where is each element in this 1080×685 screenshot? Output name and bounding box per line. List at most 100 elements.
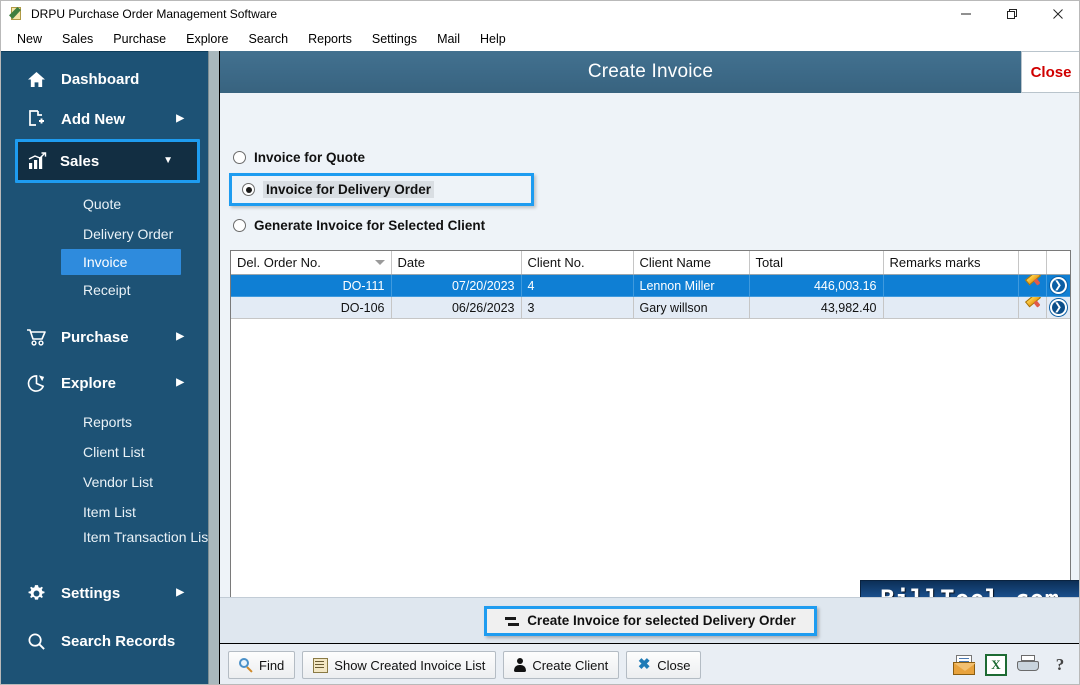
radio-label-invoice-for-delivery-order: Invoice for Delivery Order	[263, 181, 435, 198]
create-invoice-label: Create Invoice for selected Delivery Ord…	[527, 613, 796, 628]
create-client-label: Create Client	[532, 657, 609, 673]
create-client-button[interactable]: Create Client	[503, 651, 620, 679]
document-search-icon	[313, 657, 329, 673]
delivery-order-grid[interactable]: Del. Order No. Date Client No. Client Na…	[230, 250, 1071, 619]
pencil-icon	[1023, 300, 1041, 316]
menu-bar: New Sales Purchase Explore Search Report…	[1, 27, 1079, 51]
email-button[interactable]	[951, 652, 977, 678]
sidebar-item-settings[interactable]: Settings ▶	[1, 573, 208, 613]
page-title: Create Invoice	[587, 61, 714, 82]
radio-invoice-for-quote[interactable]: Invoice for Quote	[233, 146, 365, 168]
sidebar-item-quote[interactable]: Quote	[1, 189, 208, 219]
row-edit-button[interactable]	[1018, 296, 1047, 319]
cell-del-order-no: DO-111	[231, 274, 392, 297]
content-close-button[interactable]: Close	[1021, 51, 1079, 93]
close-button[interactable]	[1035, 1, 1079, 27]
radio-indicator	[233, 150, 246, 164]
radio-label-invoice-for-quote: Invoice for Quote	[254, 149, 366, 165]
bottom-toolbar: Find Show Created Invoice List Create Cl…	[220, 643, 1079, 684]
sidebar-item-purchase[interactable]: Purchase ▶	[1, 317, 208, 357]
show-created-invoice-list-label: Show Created Invoice List	[334, 657, 486, 673]
menu-search[interactable]: Search	[239, 30, 299, 48]
sidebar-item-item-list[interactable]: Item List	[1, 497, 208, 527]
row-open-button[interactable]: ❯	[1046, 296, 1070, 319]
menu-help[interactable]: Help	[470, 30, 516, 48]
sidebar-item-invoice[interactable]: Invoice	[61, 249, 181, 275]
sidebar-item-vendor-list[interactable]: Vendor List	[1, 467, 208, 497]
gear-icon	[23, 584, 49, 603]
column-header-client-name[interactable]: Client Name	[633, 251, 750, 275]
chevron-right-icon: ▶	[176, 113, 184, 124]
help-button[interactable]: ?	[1047, 652, 1073, 678]
menu-explore[interactable]: Explore	[176, 30, 238, 48]
transfer-icon	[505, 614, 520, 628]
sidebar-label-purchase: Purchase	[61, 328, 129, 346]
radio-label-generate-invoice-for-selected-client: Generate Invoice for Selected Client	[254, 217, 486, 233]
column-header-client-no[interactable]: Client No.	[521, 251, 634, 275]
show-created-invoice-list-button[interactable]: Show Created Invoice List	[302, 651, 497, 679]
menu-settings[interactable]: Settings	[362, 30, 427, 48]
menu-purchase[interactable]: Purchase	[103, 30, 176, 48]
title-bar: DRPU Purchase Order Management Software	[1, 1, 1079, 27]
create-invoice-for-selected-delivery-order-button[interactable]: Create Invoice for selected Delivery Ord…	[484, 605, 817, 636]
primary-action-strip: Create Invoice for selected Delivery Ord…	[220, 597, 1079, 643]
sidebar-item-add-new[interactable]: Add New ▶	[1, 99, 208, 139]
sidebar-label-search-records: Search Records	[61, 632, 176, 650]
sidebar-label-add-new: Add New	[61, 110, 126, 128]
chevron-right-circle-icon: ❯	[1049, 277, 1067, 294]
find-button[interactable]: Find	[228, 651, 296, 679]
menu-sales[interactable]: Sales	[52, 30, 103, 48]
minimize-button[interactable]	[943, 1, 989, 27]
column-header-date[interactable]: Date	[391, 251, 522, 275]
cell-client-no: 4	[521, 274, 634, 297]
main-content: Create Invoice Close Invoice for Quote I…	[220, 51, 1079, 684]
sidebar: Dashboard Add New ▶ Sales ▼ Quote Delive…	[1, 51, 208, 684]
column-header-remarks-marks[interactable]: Remarks marks	[883, 251, 1019, 275]
sidebar-item-receipt[interactable]: Receipt	[1, 275, 208, 305]
cell-remarks	[883, 274, 1019, 297]
sidebar-item-delivery-order[interactable]: Delivery Order	[1, 219, 208, 249]
chevron-right-icon: ▶	[176, 377, 184, 388]
table-row[interactable]: DO-106 06/26/2023 3 Gary willson 43,982.…	[231, 296, 1070, 319]
table-row[interactable]: DO-111 07/20/2023 4 Lennon Miller 446,00…	[231, 274, 1070, 297]
cell-client-name: Gary willson	[633, 296, 750, 319]
add-document-icon	[23, 110, 49, 128]
pie-chart-icon	[23, 374, 49, 393]
radio-generate-invoice-for-selected-client[interactable]: Generate Invoice for Selected Client	[233, 214, 485, 236]
sidebar-item-client-list[interactable]: Client List	[1, 437, 208, 467]
chevron-right-circle-icon: ❯	[1049, 299, 1067, 316]
sidebar-item-sales[interactable]: Sales ▼	[15, 139, 200, 183]
cell-total: 43,982.40	[749, 296, 884, 319]
content-header: Create Invoice Close	[220, 51, 1079, 93]
sidebar-label-explore: Explore	[61, 374, 117, 392]
maximize-button[interactable]	[989, 1, 1035, 27]
menu-new[interactable]: New	[7, 30, 52, 48]
help-icon: ?	[1055, 655, 1065, 674]
column-label: Del. Order No.	[237, 255, 321, 270]
export-excel-button[interactable]: X	[983, 652, 1009, 678]
mail-icon	[953, 655, 976, 675]
column-header-open	[1046, 251, 1070, 275]
sidebar-item-dashboard[interactable]: Dashboard	[1, 59, 208, 99]
sidebar-scrollbar[interactable]	[208, 51, 219, 684]
radio-invoice-for-delivery-order[interactable]: Invoice for Delivery Order	[229, 173, 534, 206]
sidebar-item-explore[interactable]: Explore ▶	[1, 363, 208, 403]
sidebar-item-item-transaction-list[interactable]: Item Transaction List	[1, 527, 208, 569]
radio-indicator	[233, 218, 246, 232]
radio-indicator-selected	[242, 183, 255, 196]
sidebar-item-reports[interactable]: Reports	[1, 407, 208, 437]
row-edit-button[interactable]	[1018, 274, 1047, 297]
window-title: DRPU Purchase Order Management Software	[31, 7, 278, 21]
person-icon	[514, 658, 527, 672]
cell-del-order-no: DO-106	[231, 296, 392, 319]
bar-chart-icon	[24, 152, 50, 170]
column-header-total[interactable]: Total	[749, 251, 884, 275]
sidebar-item-search-records[interactable]: Search Records	[1, 621, 208, 661]
menu-mail[interactable]: Mail	[427, 30, 470, 48]
menu-reports[interactable]: Reports	[298, 30, 362, 48]
print-button[interactable]	[1015, 652, 1041, 678]
table-header-row: Del. Order No. Date Client No. Client Na…	[231, 251, 1070, 275]
column-header-del-order-no[interactable]: Del. Order No.	[231, 251, 392, 275]
close-toolbar-button[interactable]: ✖ Close	[626, 651, 702, 679]
row-open-button[interactable]: ❯	[1046, 274, 1070, 297]
